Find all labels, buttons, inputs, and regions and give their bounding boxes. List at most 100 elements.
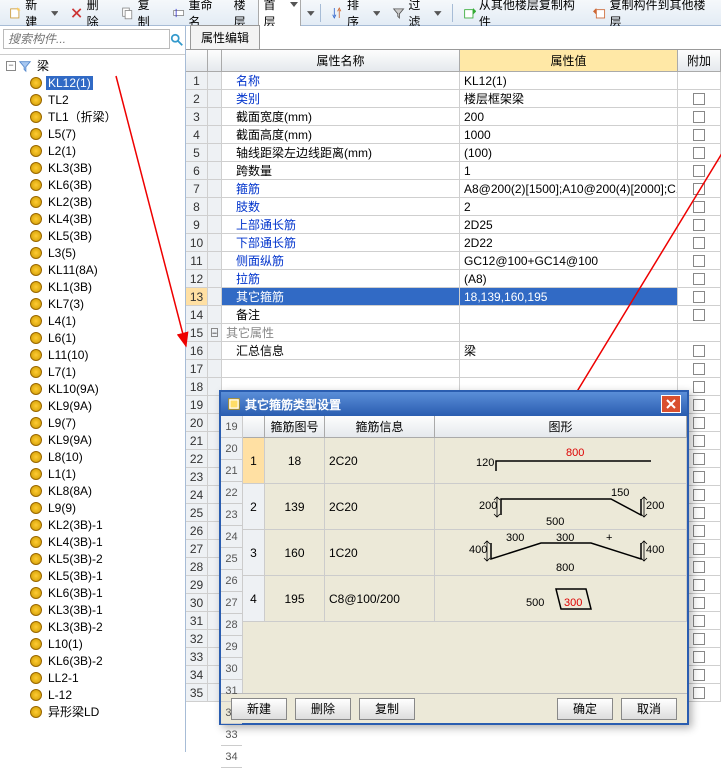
dialog-cancel-button[interactable]: 取消 [621,698,677,720]
checkbox[interactable] [693,237,705,249]
tree-item[interactable]: L2(1) [30,142,185,159]
grid-row[interactable]: 13其它箍筋18,139,160,195 [186,288,721,306]
row-value[interactable] [460,324,678,341]
checkbox[interactable] [693,147,705,159]
grid-row[interactable]: 12拉筋(A8) [186,270,721,288]
grid-row[interactable]: 8肢数2 [186,198,721,216]
tree-item[interactable]: L6(1) [30,329,185,346]
checkbox[interactable] [693,471,705,483]
tree-item[interactable]: LL2-1 [30,669,185,686]
dialog-row-info[interactable]: 2C20 [325,484,435,529]
tree-item[interactable]: L1(1) [30,465,185,482]
tree-item[interactable]: KL1(3B) [30,278,185,295]
tree-item[interactable]: KL4(3B)-1 [30,533,185,550]
tree-item[interactable]: KL6(3B)-2 [30,652,185,669]
row-value[interactable]: 1000 [460,126,678,143]
chevron-down-icon[interactable] [307,9,315,17]
tree-item[interactable]: KL5(3B)-1 [30,567,185,584]
grid-row[interactable]: 10下部通长筋2D22 [186,234,721,252]
tree-item[interactable]: KL3(3B)-1 [30,601,185,618]
tree-item[interactable]: L10(1) [30,635,185,652]
checkbox[interactable] [693,399,705,411]
dialog-copy-button[interactable]: 复制 [359,698,415,720]
dialog-ok-button[interactable]: 确定 [557,698,613,720]
checkbox[interactable] [693,489,705,501]
checkbox[interactable] [693,129,705,141]
grid-row[interactable]: 17 [186,360,721,378]
checkbox[interactable] [693,669,705,681]
checkbox[interactable] [693,255,705,267]
dialog-delete-button[interactable]: 删除 [295,698,351,720]
grid-row[interactable]: 14备注 [186,306,721,324]
row-value[interactable] [460,306,678,323]
tree-item[interactable]: 异形梁LD [30,703,185,720]
checkbox[interactable] [693,363,705,375]
checkbox[interactable] [693,597,705,609]
tree-item[interactable]: L9(9) [30,499,185,516]
row-value[interactable]: 2D25 [460,216,678,233]
tree-item[interactable]: TL2 [30,91,185,108]
dialog-row-code[interactable]: 160 [265,530,325,575]
checkbox[interactable] [693,687,705,699]
row-value[interactable]: 2 [460,198,678,215]
dialog-row-code[interactable]: 18 [265,438,325,483]
grid-row[interactable]: 3截面宽度(mm)200 [186,108,721,126]
checkbox[interactable] [693,633,705,645]
checkbox[interactable] [693,435,705,447]
checkbox[interactable] [693,579,705,591]
tree-item[interactable]: KL4(3B) [30,210,185,227]
checkbox[interactable] [693,651,705,663]
tree-item[interactable]: KL3(3B) [30,159,185,176]
tree-item[interactable]: KL7(3) [30,295,185,312]
tree-item[interactable]: KL9(9A) [30,431,185,448]
checkbox[interactable] [693,543,705,555]
dialog-row[interactable]: 4195C8@100/200500300 [243,576,687,622]
tree-item[interactable]: KL8(8A) [30,482,185,499]
tree-item[interactable]: KL12(1) [30,74,185,91]
tree-item[interactable]: KL2(3B) [30,193,185,210]
row-value[interactable]: GC12@100+GC14@100 [460,252,678,269]
dialog-new-button[interactable]: 新建 [231,698,287,720]
tree-item[interactable]: L9(7) [30,414,185,431]
grid-row[interactable]: 7箍筋A8@200(2)[1500];A10@200(4)[2000];C12@… [186,180,721,198]
tree-item[interactable]: KL10(9A) [30,380,185,397]
checkbox[interactable] [693,525,705,537]
row-value[interactable]: 梁 [460,342,678,359]
checkbox[interactable] [693,309,705,321]
tree-item[interactable]: KL11(8A) [30,261,185,278]
dialog-row[interactable]: 1182C20120800 [243,438,687,484]
dialog-row-info[interactable]: C8@100/200 [325,576,435,621]
checkbox[interactable] [693,345,705,357]
dialog-row[interactable]: 31601C20400300300+400800 [243,530,687,576]
tree-item[interactable]: L7(1) [30,363,185,380]
tree-item[interactable]: KL9(9A) [30,397,185,414]
grid-row[interactable]: 16汇总信息梁 [186,342,721,360]
tree-item[interactable]: KL2(3B)-1 [30,516,185,533]
grid-row[interactable]: 2类别楼层框架梁 [186,90,721,108]
row-value[interactable]: KL12(1) [460,72,678,89]
checkbox[interactable] [693,291,705,303]
checkbox[interactable] [693,219,705,231]
checkbox[interactable] [693,561,705,573]
checkbox[interactable] [693,165,705,177]
dialog-row[interactable]: 21392C20200500150200 [243,484,687,530]
tree-item[interactable]: L4(1) [30,312,185,329]
row-value[interactable]: 200 [460,108,678,125]
tree-item[interactable]: KL6(3B) [30,176,185,193]
tree-item[interactable]: TL1（折梁） [30,108,185,125]
grid-row[interactable]: 5轴线距梁左边线距离(mm)(100) [186,144,721,162]
grid-row[interactable]: 15−其它属性 [186,324,721,342]
row-value[interactable]: 楼层框架梁 [460,90,678,107]
grid-row[interactable]: 6跨数量1 [186,162,721,180]
row-value[interactable]: (100) [460,144,678,161]
checkbox[interactable] [693,417,705,429]
tree-item[interactable]: L8(10) [30,448,185,465]
collapse-icon[interactable]: − [6,61,16,71]
checkbox[interactable] [693,201,705,213]
tab-property-edit[interactable]: 属性编辑 [190,25,260,49]
checkbox[interactable] [693,381,705,393]
grid-row[interactable]: 1名称KL12(1) [186,72,721,90]
row-value[interactable] [460,360,678,377]
checkbox[interactable] [693,453,705,465]
grid-row[interactable]: 9上部通长筋2D25 [186,216,721,234]
